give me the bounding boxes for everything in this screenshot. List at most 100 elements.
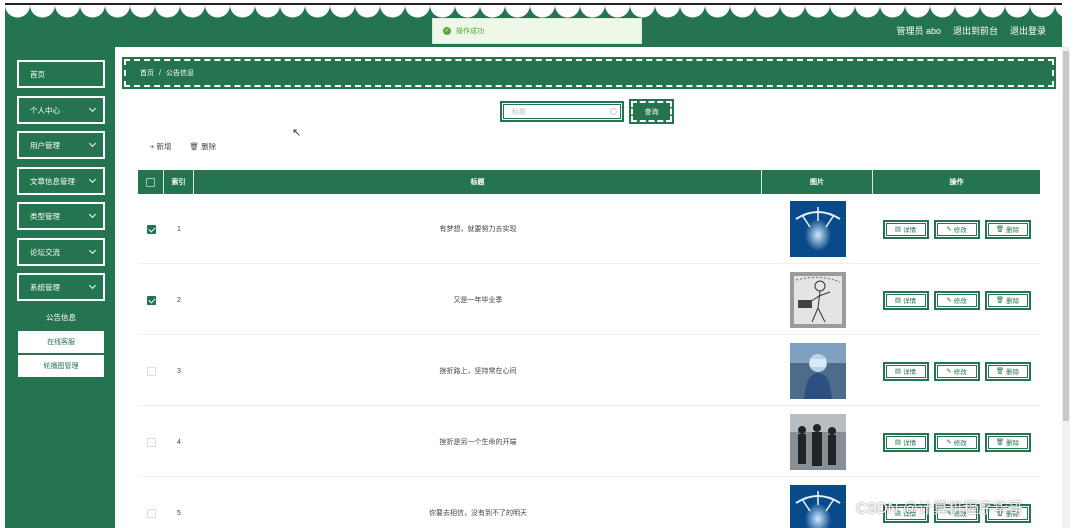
pencil-icon: ✎ <box>946 226 952 233</box>
trash-icon: 🗑 <box>995 439 1005 446</box>
sidebar-item-label: 类型管理 <box>30 211 60 221</box>
sidebar-item-label: 个人中心 <box>30 105 60 115</box>
document-icon: ▤ <box>894 439 902 446</box>
back-to-frontend-link[interactable]: 退出到前台 <box>953 24 998 37</box>
sidebar-subitem-online-service[interactable]: 在线客服 <box>17 330 105 354</box>
edit-button[interactable]: ✎ 修改 <box>933 361 980 381</box>
delete-button[interactable]: 🗑 删除 <box>984 432 1031 452</box>
vertical-scrollbar[interactable] <box>1062 47 1070 528</box>
detail-button[interactable]: ▤ 详情 <box>882 290 929 310</box>
detail-button[interactable]: ▤ 详情 <box>882 361 929 381</box>
row-select-cell <box>138 265 164 335</box>
watermark: CSDN @计算机程序华哥 <box>856 500 1023 517</box>
edit-label: 修改 <box>953 298 967 305</box>
row-checkbox[interactable] <box>146 224 156 234</box>
batch-delete-button[interactable]: 🗑 删除 <box>189 141 216 152</box>
document-icon: ▤ <box>894 368 902 375</box>
search-button[interactable]: 查询 <box>629 99 674 124</box>
table-row: 1 有梦想，就要努力去实现 ▤ 详情 ✎ 修改 🗑 删除 <box>138 194 1040 264</box>
pencil-icon: ✎ <box>946 297 952 304</box>
scrollbar-thumb[interactable] <box>1063 51 1069 421</box>
row-title: 你要去相信，没有到不了的明天 <box>429 510 527 517</box>
sidebar-item-label: 首页 <box>30 69 45 79</box>
detail-label: 详情 <box>903 369 917 376</box>
row-index: 3 <box>177 367 181 375</box>
chevron-down-icon <box>88 210 97 219</box>
breadcrumb-home[interactable]: 首页 <box>140 68 154 78</box>
edit-label: 修改 <box>953 440 967 447</box>
sidebar-item-label: 系统管理 <box>30 282 60 292</box>
edit-label: 修改 <box>953 227 967 234</box>
table-row: 3 挫折路上，坚持常在心间 ▤ 详情 ✎ 修改 🗑 删除 <box>138 336 1040 406</box>
document-icon: ▤ <box>894 297 902 304</box>
success-toast: ✓ 操作成功 <box>432 18 642 44</box>
trash-icon: 🗑 <box>189 142 202 151</box>
row-image <box>762 336 873 406</box>
row-select-cell <box>138 407 164 477</box>
delete-button[interactable]: 🗑 删除 <box>984 361 1031 381</box>
clear-icon[interactable] <box>610 108 617 115</box>
trash-icon: 🗑 <box>995 297 1005 304</box>
edit-button[interactable]: ✎ 修改 <box>933 290 980 310</box>
row-checkbox[interactable] <box>146 437 156 447</box>
breadcrumb: 首页 / 公告信息 <box>122 57 1056 89</box>
delete-button[interactable]: 🗑 删除 <box>984 290 1031 310</box>
detail-button[interactable]: ▤ 详情 <box>882 432 929 452</box>
select-all-checkbox[interactable] <box>146 177 155 187</box>
row-title: 又是一年毕业季 <box>453 297 503 304</box>
check-circle-icon: ✓ <box>443 27 451 35</box>
row-select-cell <box>138 336 164 406</box>
mouse-cursor-icon: ↖ <box>292 127 302 139</box>
chevron-down-icon <box>88 281 97 290</box>
breadcrumb-current: 公告信息 <box>165 70 194 77</box>
row-checkbox[interactable] <box>146 508 156 518</box>
delete-label: 删除 <box>1006 440 1020 447</box>
row-actions: ▤ 详情 ✎ 修改 🗑 删除 <box>873 194 1040 264</box>
row-image <box>762 407 873 477</box>
sidebar-item-type-management[interactable]: 类型管理 <box>17 202 105 230</box>
delete-label: 删除 <box>1006 369 1020 376</box>
detail-label: 详情 <box>903 227 917 234</box>
row-checkbox[interactable] <box>146 295 156 305</box>
add-button[interactable]: + 新增 <box>150 141 171 152</box>
sidebar-item-label: 文章信息管理 <box>30 176 75 186</box>
sidebar-item-label: 用户管理 <box>30 140 60 150</box>
edit-button[interactable]: ✎ 修改 <box>933 219 980 239</box>
search-placeholder: 标题 <box>512 108 526 116</box>
sidebar-item-label: 论坛交流 <box>30 247 60 257</box>
logout-link[interactable]: 退出登录 <box>1010 24 1046 37</box>
select-all-cell <box>138 170 164 194</box>
breadcrumb-separator: / <box>159 69 161 77</box>
edit-button[interactable]: ✎ 修改 <box>933 432 980 452</box>
sidebar-item-article-management[interactable]: 文章信息管理 <box>17 167 105 195</box>
document-icon: ▤ <box>894 226 902 233</box>
row-index: 4 <box>177 438 181 446</box>
detail-button[interactable]: ▤ 详情 <box>882 219 929 239</box>
trash-icon: 🗑 <box>995 226 1005 233</box>
sidebar-item-home[interactable]: 首页 <box>17 60 105 88</box>
chevron-down-icon <box>88 104 97 113</box>
batch-delete-label: 删除 <box>201 142 217 151</box>
sidebar-item-forum[interactable]: 论坛交流 <box>17 238 105 266</box>
notice-table: 索引 标题 图片 操作 1 有梦想，就要努力去实现 ▤ 详情 ✎ 修改 🗑 删除 2 … <box>138 170 1040 528</box>
row-image <box>762 265 873 335</box>
chevron-down-icon <box>88 139 97 148</box>
sidebar: 首页 个人中心 用户管理 文章信息管理 类型管理 论坛交流 系统管理 公告信息 … <box>5 47 115 528</box>
delete-label: 删除 <box>1006 298 1020 305</box>
sidebar-subitem-notices[interactable]: 公告信息 <box>17 312 105 323</box>
pencil-icon: ✎ <box>946 368 952 375</box>
detail-label: 详情 <box>903 440 917 447</box>
sidebar-item-system-management[interactable]: 系统管理 <box>17 273 105 301</box>
sidebar-subitem-carousel[interactable]: 轮播图管理 <box>17 354 105 378</box>
column-header-index: 索引 <box>164 170 194 194</box>
row-index: 5 <box>177 509 181 517</box>
sidebar-item-user-management[interactable]: 用户管理 <box>17 131 105 159</box>
delete-label: 删除 <box>1006 227 1020 234</box>
delete-button[interactable]: 🗑 删除 <box>984 219 1031 239</box>
title-search-input[interactable]: 标题 <box>500 101 624 122</box>
row-checkbox[interactable] <box>146 366 156 376</box>
row-actions: ▤ 详情 ✎ 修改 🗑 删除 <box>873 336 1040 406</box>
table-row: 2 又是一年毕业季 ▤ 详情 ✎ 修改 🗑 删除 <box>138 265 1040 335</box>
sidebar-item-personal-center[interactable]: 个人中心 <box>17 96 105 124</box>
chevron-down-icon <box>88 175 97 184</box>
